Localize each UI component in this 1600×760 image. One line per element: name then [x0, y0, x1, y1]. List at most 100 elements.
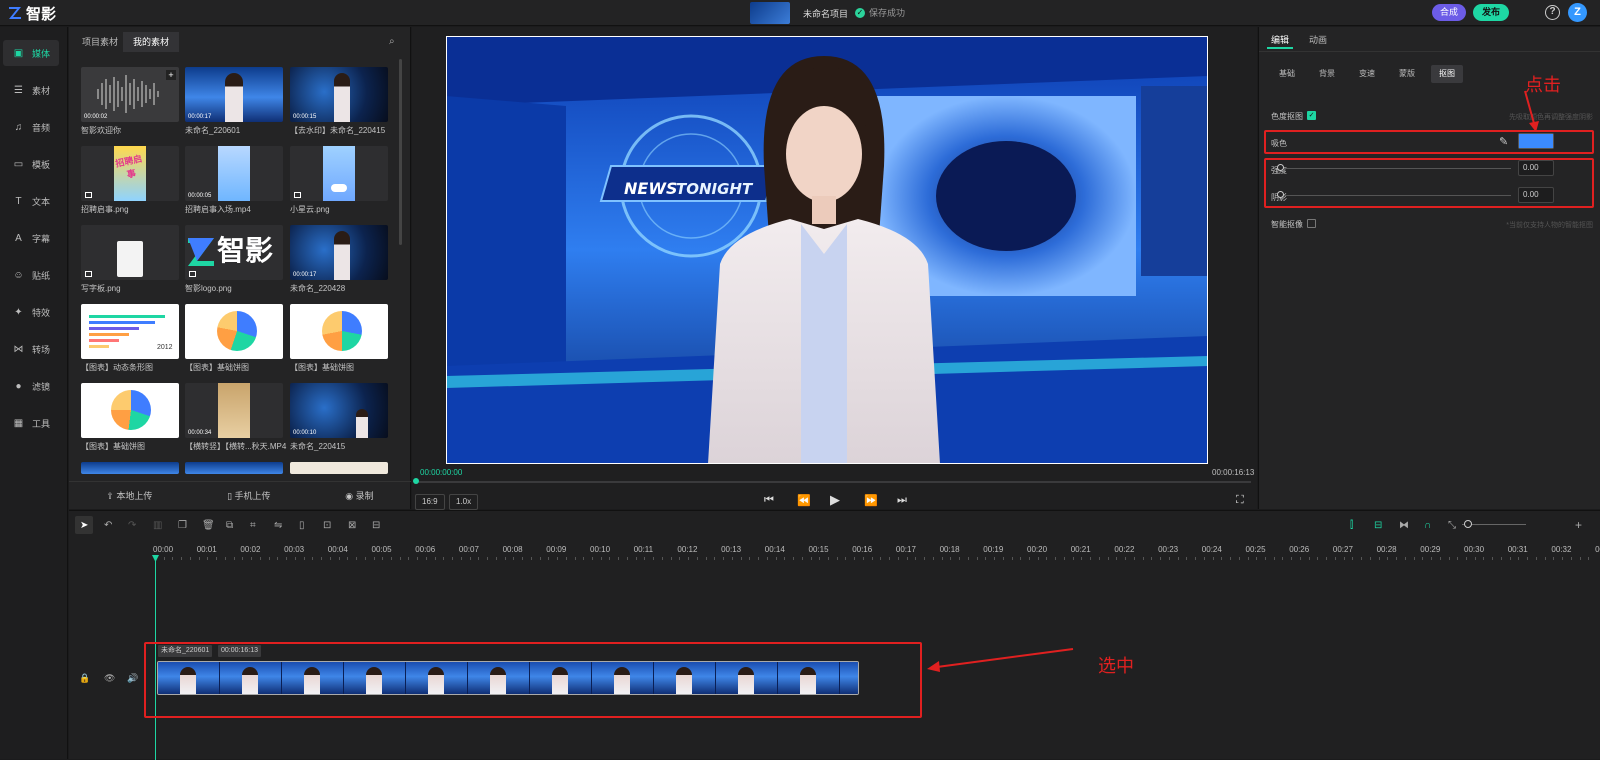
eye-icon[interactable]: 👁 — [104, 673, 115, 684]
fullscreen-icon[interactable]: ⛶ — [1236, 494, 1244, 507]
nav-item-sticker[interactable]: ☺ 贴纸 — [3, 262, 59, 288]
asset-thumb[interactable]: 00:00:15 — [290, 67, 388, 122]
asset-thumb[interactable]: 招聘启事 — [81, 146, 179, 201]
skip-end-icon[interactable]: ⏭ — [897, 494, 907, 507]
app-logo[interactable]: 智影 — [8, 4, 56, 23]
asset-thumb[interactable]: 00:00:34 — [185, 383, 283, 438]
subtab-cutout[interactable]: 抠图 — [1431, 65, 1463, 83]
tab-animation[interactable]: 动画 — [1309, 33, 1327, 46]
chroma-key-checkbox[interactable]: ✓ — [1307, 111, 1316, 120]
add-icon[interactable]: + — [166, 70, 176, 80]
undo-icon[interactable]: ↶ — [104, 520, 112, 531]
asset-thumb[interactable] — [81, 462, 179, 474]
video-canvas[interactable]: NEWS TONIGHT — [446, 36, 1208, 464]
nav-item-media[interactable]: ▣ 媒体 — [3, 40, 59, 66]
fast-forward-icon[interactable]: ⏩ — [864, 494, 878, 507]
tab-project-assets[interactable]: 项目素材 — [72, 32, 128, 52]
zoom-out-icon[interactable]: − — [1474, 520, 1480, 531]
tab-edit[interactable]: 编辑 — [1271, 33, 1289, 46]
link-icon[interactable]: ⊟ — [1374, 520, 1382, 531]
local-upload-button[interactable]: ⇪ 本地上传 — [106, 489, 152, 502]
snap-icon[interactable]: ⫿ — [1350, 520, 1353, 531]
redo-icon[interactable]: ↷ — [128, 520, 136, 531]
split-icon[interactable]: ▥ — [153, 520, 162, 531]
asset-thumb[interactable]: 00:00:10 — [290, 383, 388, 438]
nav-item-text[interactable]: T 文本 — [3, 188, 59, 214]
asset-thumb[interactable]: 00:00:05 — [185, 146, 283, 201]
asset-thumb[interactable] — [81, 383, 179, 438]
rewind-icon[interactable]: ⏪ — [797, 494, 811, 507]
record-button[interactable]: ◉ 录制 — [345, 489, 373, 502]
select-tool-icon[interactable]: ➤ — [80, 520, 88, 531]
ruler-tick — [906, 557, 908, 560]
replace-icon[interactable]: ⊡ — [323, 520, 331, 531]
ruler-tick — [181, 557, 183, 560]
progress-knob[interactable] — [413, 478, 419, 484]
nav-item-effects[interactable]: ✦ 特效 — [3, 299, 59, 325]
delete-icon[interactable]: 🗑 — [202, 520, 215, 531]
aspect-ratio-button[interactable]: 16:9 — [415, 494, 445, 510]
freeze-icon[interactable]: ▯ — [299, 520, 305, 531]
flip-icon[interactable]: ⇋ — [274, 520, 282, 531]
asset-thumb[interactable] — [185, 304, 283, 359]
asset-thumb[interactable] — [290, 146, 388, 201]
nav-item-template[interactable]: ▭ 模板 — [3, 151, 59, 177]
search-icon[interactable]: ⌕ — [389, 36, 395, 47]
nav-item-materials[interactable]: ☰ 素材 — [3, 77, 59, 103]
nav-item-subtitle[interactable]: A 字幕 — [3, 225, 59, 251]
duration: 00:00:02 — [84, 114, 108, 120]
zoom-slider-knob[interactable] — [1464, 520, 1472, 528]
asset-thumb[interactable]: 2012 — [81, 304, 179, 359]
ruler-tick — [1500, 557, 1502, 560]
magnet-icon[interactable]: ∩ — [1424, 520, 1431, 531]
phone-upload-button[interactable]: ▯ 手机上传 — [227, 489, 270, 502]
nav-item-transition[interactable]: ⋈ 转场 — [3, 336, 59, 362]
playhead-handle[interactable] — [152, 555, 159, 562]
asset-thumb[interactable]: 智影 — [185, 225, 283, 280]
subtab-basic[interactable]: 基础 — [1271, 65, 1303, 83]
speed-button[interactable]: 1.0x — [449, 494, 479, 510]
subtab-speed[interactable]: 变速 — [1351, 65, 1383, 83]
copy-icon[interactable]: ❐ — [178, 520, 187, 531]
volume-icon[interactable]: 🔊 — [127, 673, 138, 684]
asset-thumb[interactable] — [185, 462, 283, 474]
mute-icon[interactable]: ⧓ — [1399, 520, 1409, 531]
ruler-tick — [653, 557, 655, 560]
asset-thumb[interactable]: + 00:00:02 — [81, 67, 179, 122]
play-icon[interactable]: ▶ — [830, 492, 840, 508]
nav-item-filter[interactable]: ● 滤镜 — [3, 373, 59, 399]
ruler-tick — [1509, 557, 1511, 560]
smart-cutout-checkbox[interactable] — [1307, 219, 1316, 228]
asset-thumb[interactable]: 00:00:17 — [185, 67, 283, 122]
crop-icon[interactable]: ⌗ — [250, 520, 256, 531]
scrollbar[interactable] — [399, 59, 402, 245]
asset-thumb[interactable]: 00:00:17 — [290, 225, 388, 280]
asset-thumb[interactable] — [81, 225, 179, 280]
ruler-tick-label: 00:01 — [196, 545, 217, 554]
help-icon[interactable]: ? — [1545, 5, 1560, 20]
lock-icon[interactable]: 🔒 — [79, 673, 90, 684]
tab-my-assets[interactable]: 我的素材 — [123, 32, 180, 52]
subtab-background[interactable]: 背景 — [1311, 65, 1343, 83]
export-frame-icon[interactable]: ⊟ — [372, 520, 380, 531]
nav-item-tools[interactable]: ▦ 工具 — [3, 410, 59, 436]
divider — [1259, 51, 1600, 52]
project-title[interactable]: 未命名项目 — [803, 7, 848, 20]
fit-icon[interactable]: ⤡ — [1448, 520, 1456, 531]
ruler-tick — [356, 557, 358, 560]
nav-item-audio[interactable]: ♫ 音频 — [3, 114, 59, 140]
screen-record-icon[interactable]: ⊠ — [348, 520, 356, 531]
asset-thumb[interactable] — [290, 304, 388, 359]
ruler-tick-label: 00:07 — [458, 545, 479, 554]
ruler-tick — [1570, 557, 1572, 560]
duplicate-icon[interactable]: ⧉ — [226, 520, 233, 531]
progress-bar[interactable] — [415, 481, 1251, 483]
avatar[interactable]: Z — [1568, 3, 1587, 22]
skip-start-icon[interactable]: ⏮ — [764, 494, 774, 507]
zoom-in-icon[interactable]: + — [1575, 518, 1582, 532]
publish-button[interactable]: 发布 — [1473, 4, 1509, 21]
nav-label: 文本 — [32, 196, 51, 207]
asset-thumb[interactable] — [290, 462, 388, 474]
subtab-mask[interactable]: 蒙版 — [1391, 65, 1423, 83]
compose-button[interactable]: 合成 — [1432, 4, 1466, 21]
